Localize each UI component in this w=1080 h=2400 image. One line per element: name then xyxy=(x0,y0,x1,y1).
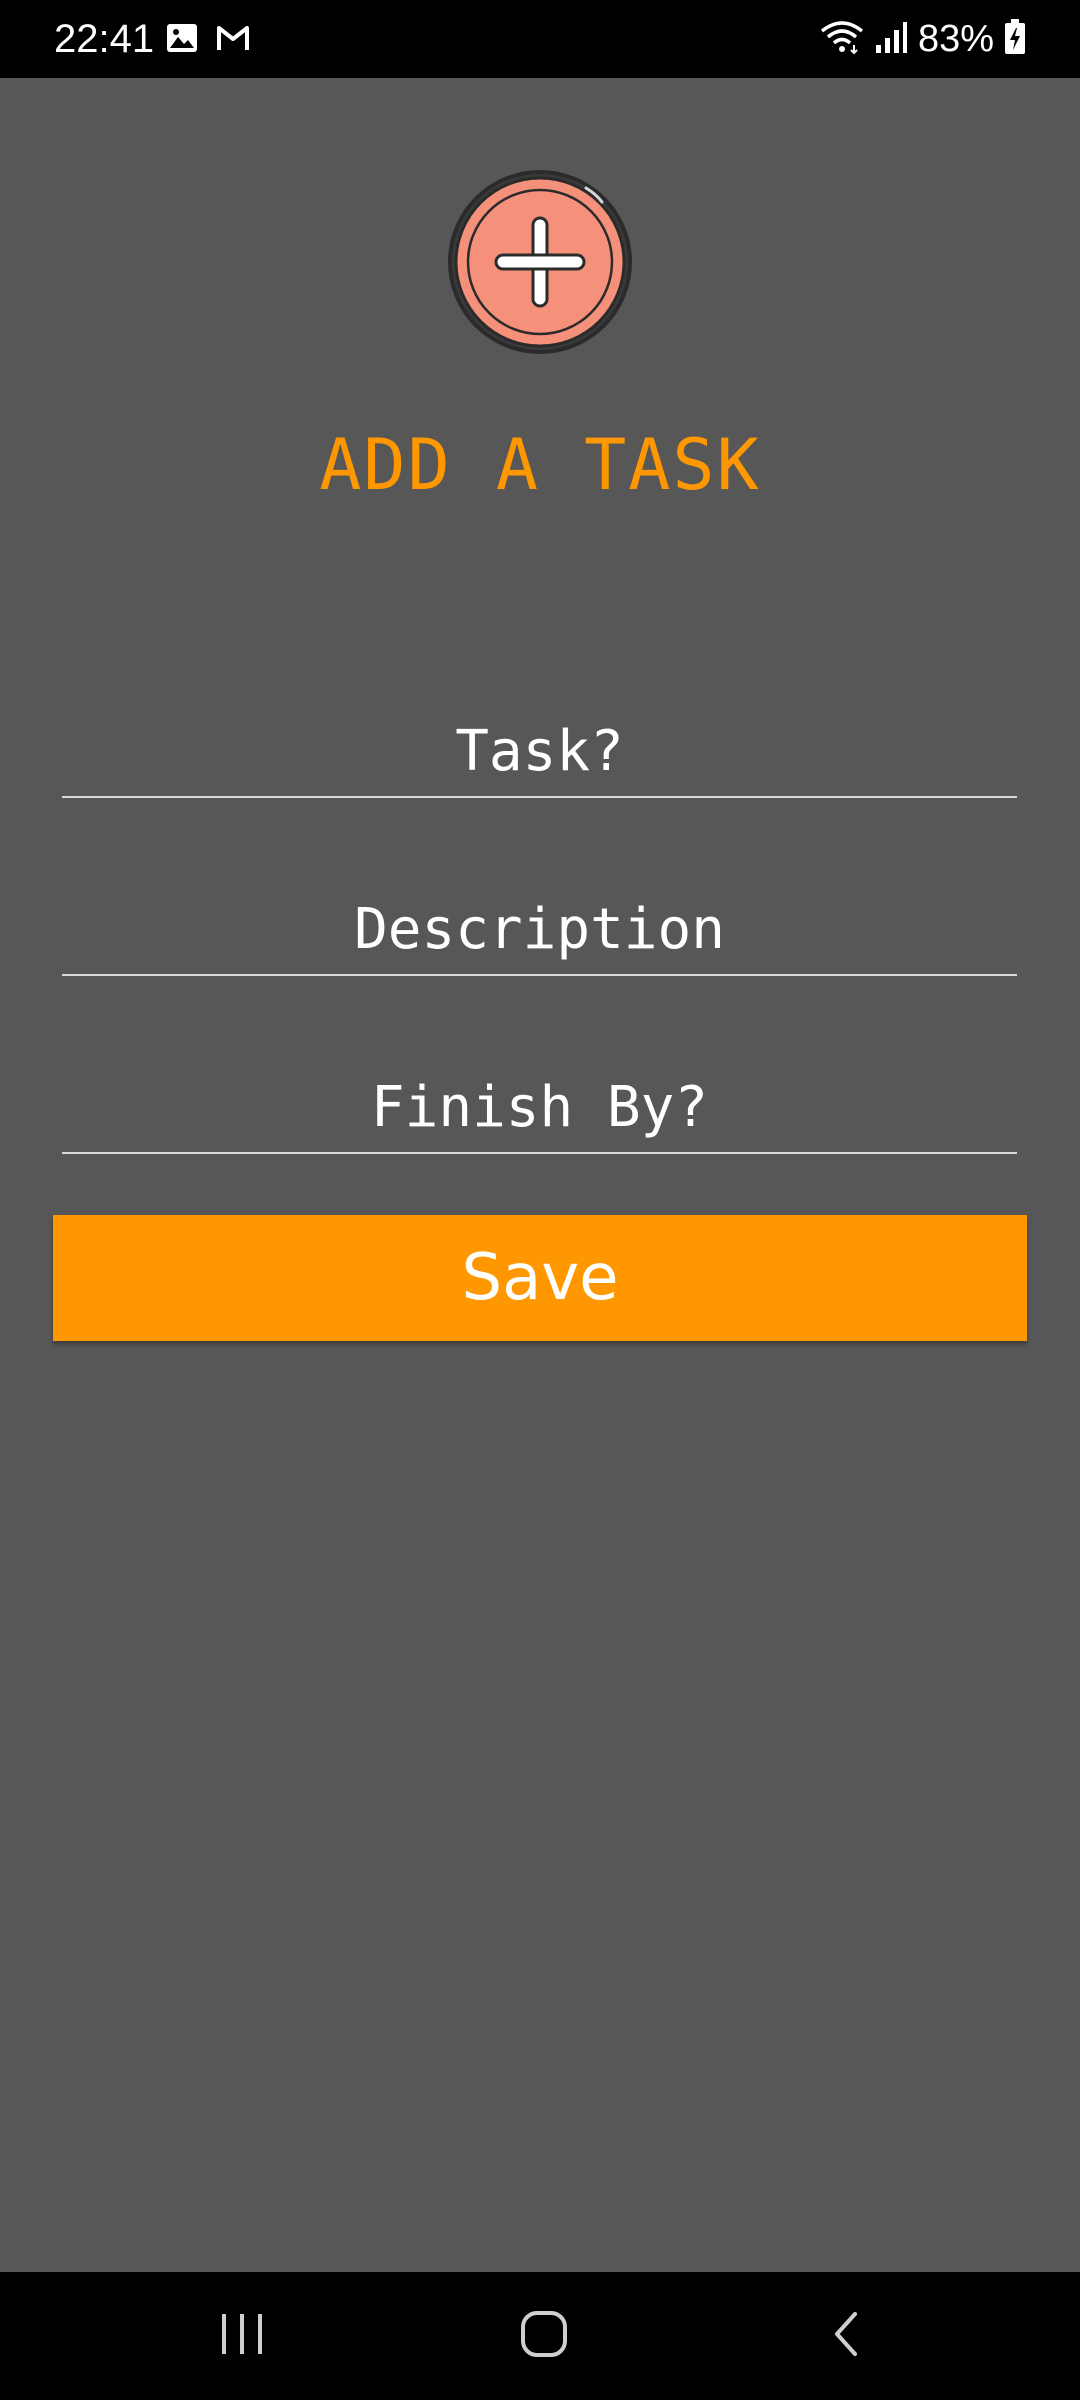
finish-by-input[interactable] xyxy=(62,1062,1017,1152)
description-field xyxy=(62,884,1017,976)
finish-by-field xyxy=(62,1062,1017,1154)
battery-charging-icon xyxy=(1004,18,1026,60)
recents-icon xyxy=(218,2312,266,2360)
navigation-bar xyxy=(0,2272,1080,2400)
status-notification-icons xyxy=(166,22,250,58)
signal-icon xyxy=(874,19,908,60)
add-circle-icon xyxy=(446,168,634,356)
battery-percent: 83% xyxy=(917,18,994,60)
status-system-icons: 83% xyxy=(820,14,1026,64)
back-icon xyxy=(829,2310,863,2362)
gmail-icon xyxy=(216,24,250,57)
home-button[interactable] xyxy=(484,2296,604,2376)
back-button[interactable] xyxy=(786,2296,906,2376)
image-icon xyxy=(166,23,198,58)
recents-button[interactable] xyxy=(182,2296,302,2376)
home-icon xyxy=(519,2309,569,2363)
description-input[interactable] xyxy=(62,884,1017,974)
page-title: ADD A TASK xyxy=(319,424,761,506)
status-bar: 22:41 83% xyxy=(0,0,1080,78)
save-button[interactable]: Save xyxy=(53,1215,1027,1341)
status-time: 22:41 xyxy=(54,17,155,61)
add-task-screen: 22:41 83% ADD A TASK Task? Description F… xyxy=(0,0,1080,2400)
task-input[interactable] xyxy=(62,706,1017,796)
task-field xyxy=(62,706,1017,798)
wifi-icon xyxy=(820,19,864,60)
